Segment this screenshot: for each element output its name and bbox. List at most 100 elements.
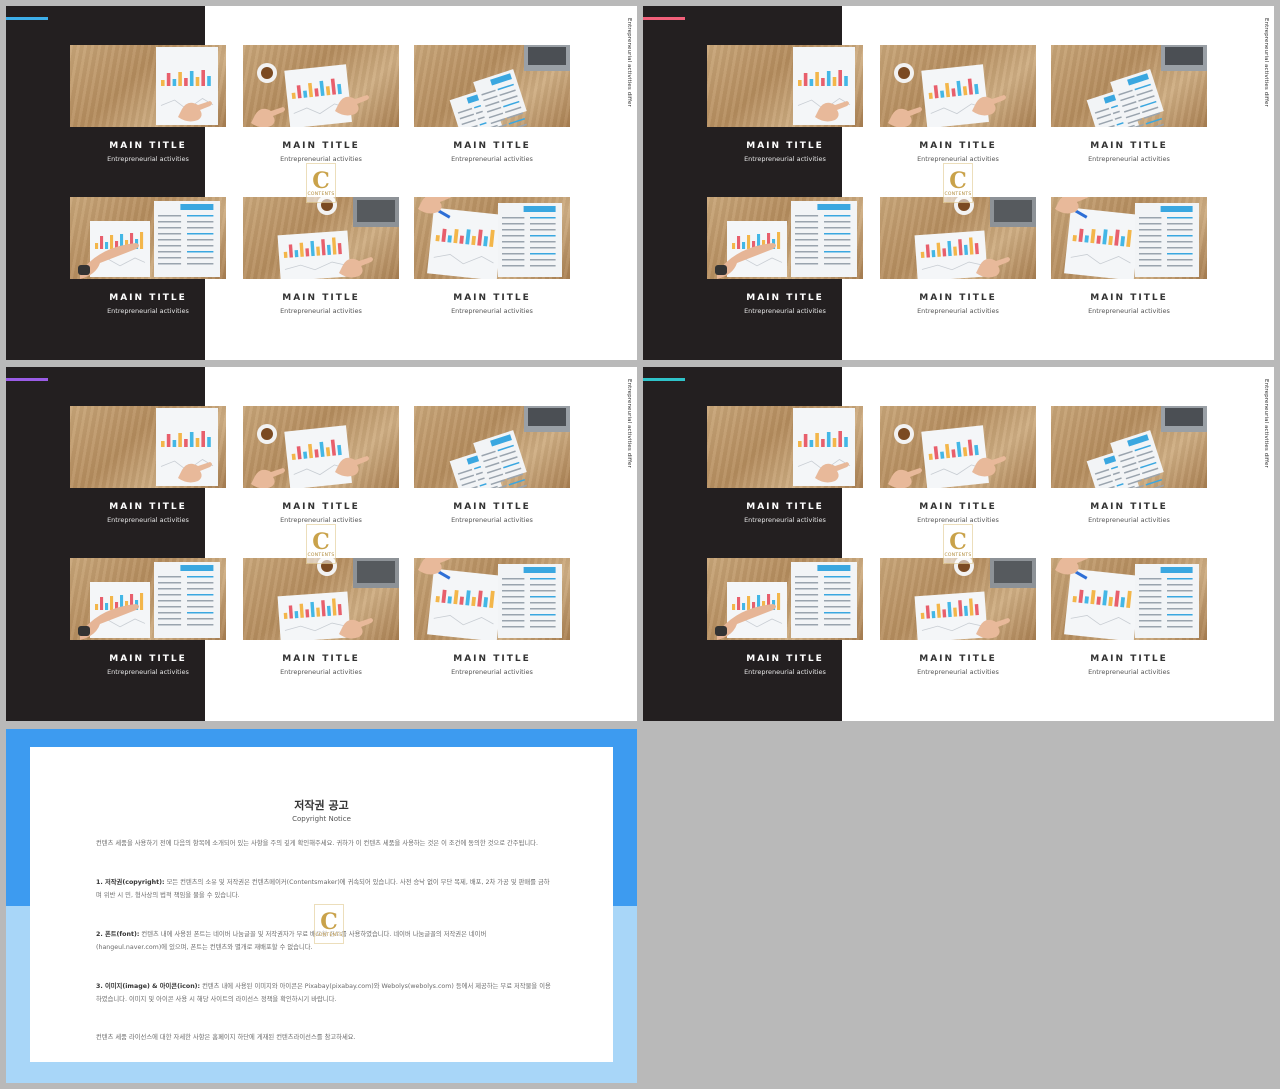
image-card[interactable]: MAIN TITLE Entrepreneurial activities <box>414 558 570 676</box>
card-subtitle: Entrepreneurial activities <box>917 516 999 524</box>
card-photo <box>707 45 863 127</box>
watermark-logo: C CONTENTS <box>943 163 973 203</box>
card-subtitle: Entrepreneurial activities <box>280 668 362 676</box>
image-card[interactable]: MAIN TITLE Entrepreneurial activities <box>70 406 226 524</box>
image-card[interactable]: MAIN TITLE Entrepreneurial activities <box>414 45 570 163</box>
vertical-caption: Entrepreneurial activities differ <box>1263 379 1269 468</box>
card-photo <box>1051 406 1207 488</box>
card-title: MAIN TITLE <box>282 502 360 512</box>
vertical-caption: Entrepreneurial activities differ <box>1263 18 1269 107</box>
card-photo <box>414 197 570 279</box>
card-subtitle: Entrepreneurial activities <box>744 668 826 676</box>
watermark-text: CONTENTS <box>944 191 972 197</box>
copyright-outro: 컨텐츠 세품 라이선스에 대한 자세한 사항은 홈페이지 하단에 게재된 컨텐츠… <box>96 1034 356 1041</box>
copyright-paragraph-3-label: 3. 이미지(image) & 아이콘(icon): <box>96 983 201 990</box>
watermark-letter: C <box>312 167 330 194</box>
image-card[interactable]: MAIN TITLE Entrepreneurial activities <box>1051 197 1207 315</box>
card-photo <box>880 406 1036 488</box>
copyright-title: 저작권 공고 <box>294 799 349 812</box>
card-photo <box>243 45 399 127</box>
card-photo <box>414 406 570 488</box>
slide-4[interactable]: Entrepreneurial activities differ MAIN T… <box>643 367 1274 721</box>
image-card[interactable]: MAIN TITLE Entrepreneurial activities <box>1051 558 1207 676</box>
image-card[interactable]: MAIN TITLE Entrepreneurial activities <box>414 197 570 315</box>
image-card[interactable]: MAIN TITLE Entrepreneurial activities <box>880 558 1036 676</box>
image-card[interactable]: MAIN TITLE Entrepreneurial activities <box>414 406 570 524</box>
copyright-slide[interactable]: 저작권 공고 Copyright Notice 컨텐츠 세품을 사용하기 전에 … <box>6 729 637 1083</box>
image-card[interactable]: MAIN TITLE Entrepreneurial activities <box>70 197 226 315</box>
accent-bar <box>6 378 48 381</box>
image-card[interactable]: MAIN TITLE Entrepreneurial activities <box>243 197 399 315</box>
card-subtitle: Entrepreneurial activities <box>1088 668 1170 676</box>
card-photo <box>70 197 226 279</box>
slide-1[interactable]: Entrepreneurial activities differ MAIN T… <box>6 6 637 360</box>
card-photo <box>243 197 399 279</box>
image-card[interactable]: MAIN TITLE Entrepreneurial activities <box>880 197 1036 315</box>
card-title: MAIN TITLE <box>1090 141 1168 151</box>
card-subtitle: Entrepreneurial activities <box>280 155 362 163</box>
card-subtitle: Entrepreneurial activities <box>917 155 999 163</box>
watermark-logo: C CONTENTS <box>314 904 344 944</box>
image-card[interactable]: MAIN TITLE Entrepreneurial activities <box>707 558 863 676</box>
card-photo <box>880 558 1036 640</box>
watermark-logo: C CONTENTS <box>306 524 336 564</box>
image-card[interactable]: MAIN TITLE Entrepreneurial activities <box>1051 45 1207 163</box>
card-title: MAIN TITLE <box>746 654 824 664</box>
copyright-paragraph-3: 3. 이미지(image) & 아이콘(icon): 컨텐츠 내에 사용된 이미… <box>96 981 551 1006</box>
card-title: MAIN TITLE <box>919 654 997 664</box>
image-card[interactable]: MAIN TITLE Entrepreneurial activities <box>880 45 1036 163</box>
card-photo <box>1051 45 1207 127</box>
image-card[interactable]: MAIN TITLE Entrepreneurial activities <box>880 406 1036 524</box>
accent-bar <box>643 378 685 381</box>
card-title: MAIN TITLE <box>746 502 824 512</box>
accent-bar <box>6 17 48 20</box>
card-subtitle: Entrepreneurial activities <box>280 516 362 524</box>
image-card[interactable]: MAIN TITLE Entrepreneurial activities <box>707 197 863 315</box>
slide-2[interactable]: Entrepreneurial activities differ MAIN T… <box>643 6 1274 360</box>
card-photo <box>1051 197 1207 279</box>
watermark-logo: C CONTENTS <box>943 524 973 564</box>
card-subtitle: Entrepreneurial activities <box>744 516 826 524</box>
card-subtitle: Entrepreneurial activities <box>451 516 533 524</box>
image-card[interactable]: MAIN TITLE Entrepreneurial activities <box>1051 406 1207 524</box>
card-photo <box>70 45 226 127</box>
card-subtitle: Entrepreneurial activities <box>1088 155 1170 163</box>
watermark-text: CONTENTS <box>307 191 335 197</box>
copyright-paragraph-2-label: 2. 폰트(font): <box>96 931 140 938</box>
accent-bar <box>643 17 685 20</box>
card-subtitle: Entrepreneurial activities <box>917 668 999 676</box>
watermark-logo: C CONTENTS <box>306 163 336 203</box>
copyright-paper: 저작권 공고 Copyright Notice 컨텐츠 세품을 사용하기 전에 … <box>30 747 613 1062</box>
card-subtitle: Entrepreneurial activities <box>744 155 826 163</box>
card-title: MAIN TITLE <box>453 654 531 664</box>
card-title: MAIN TITLE <box>919 293 997 303</box>
watermark-letter: C <box>949 167 967 194</box>
card-photo <box>707 197 863 279</box>
card-title: MAIN TITLE <box>1090 502 1168 512</box>
card-subtitle: Entrepreneurial activities <box>280 307 362 315</box>
card-subtitle: Entrepreneurial activities <box>1088 516 1170 524</box>
image-card[interactable]: MAIN TITLE Entrepreneurial activities <box>243 558 399 676</box>
copyright-paragraph-1-label: 1. 저작권(copyright): <box>96 879 165 886</box>
card-title: MAIN TITLE <box>282 293 360 303</box>
image-card[interactable]: MAIN TITLE Entrepreneurial activities <box>70 45 226 163</box>
card-title: MAIN TITLE <box>453 293 531 303</box>
card-subtitle: Entrepreneurial activities <box>451 307 533 315</box>
image-card[interactable]: MAIN TITLE Entrepreneurial activities <box>243 406 399 524</box>
slide-3[interactable]: Entrepreneurial activities differ MAIN T… <box>6 367 637 721</box>
image-card[interactable]: MAIN TITLE Entrepreneurial activities <box>243 45 399 163</box>
vertical-caption: Entrepreneurial activities differ <box>626 379 632 468</box>
card-subtitle: Entrepreneurial activities <box>744 307 826 315</box>
card-photo <box>70 558 226 640</box>
card-subtitle: Entrepreneurial activities <box>107 668 189 676</box>
card-photo <box>243 558 399 640</box>
card-title: MAIN TITLE <box>109 293 187 303</box>
watermark-letter: C <box>949 528 967 555</box>
card-title: MAIN TITLE <box>919 141 997 151</box>
card-subtitle: Entrepreneurial activities <box>107 516 189 524</box>
image-card[interactable]: MAIN TITLE Entrepreneurial activities <box>707 406 863 524</box>
image-card[interactable]: MAIN TITLE Entrepreneurial activities <box>70 558 226 676</box>
image-card[interactable]: MAIN TITLE Entrepreneurial activities <box>707 45 863 163</box>
vertical-caption: Entrepreneurial activities differ <box>626 18 632 107</box>
watermark-text: CONTENTS <box>307 552 335 558</box>
